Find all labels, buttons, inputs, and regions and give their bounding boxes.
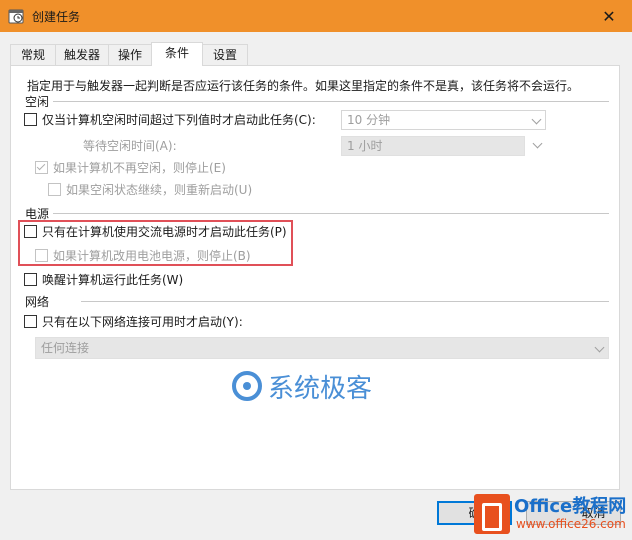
idle-group-label: 空闲	[25, 95, 50, 109]
office-logo-icon	[474, 494, 510, 534]
chevron-down-icon	[594, 342, 605, 353]
network-group-label: 网络	[25, 295, 50, 309]
watermark-logo-icon	[232, 371, 262, 401]
watermark-center: 系统极客	[232, 368, 372, 404]
stop-if-not-idle-label: 如果计算机不再空闲，则停止(E)	[53, 161, 226, 175]
tab-general[interactable]: 常规	[10, 44, 56, 65]
restart-if-idle-checkbox[interactable]	[48, 183, 61, 196]
tab-actions[interactable]: 操作	[108, 44, 152, 65]
start-only-if-idle-label: 仅当计算机空闲时间超过下列值时才启动此任务(C):	[42, 113, 316, 127]
wake-to-run-label: 唤醒计算机运行此任务(W)	[42, 273, 184, 287]
idle-duration-value: 10 分钟	[347, 113, 391, 127]
tab-conditions[interactable]: 条件	[151, 42, 203, 66]
chevron-down-icon	[531, 114, 542, 125]
network-available-label: 只有在以下网络连接可用时才启动(Y):	[42, 315, 243, 329]
network-connection-value: 任何连接	[41, 341, 90, 355]
network-available-checkbox[interactable]	[24, 315, 37, 328]
power-options-highlight	[18, 220, 293, 266]
network-connection-dropdown[interactable]: 任何连接	[35, 337, 609, 359]
close-icon: ✕	[602, 6, 616, 26]
chevron-down-icon	[532, 138, 543, 149]
conditions-panel: 指定用于与触发器一起判断是否应运行该任务的条件。如果这里指定的条件不是真，该任务…	[10, 65, 620, 490]
watermark-center-text: 系统极客	[268, 373, 373, 404]
watermark-site-text: www.office26.com	[516, 517, 626, 531]
idle-group-divider	[53, 101, 609, 102]
close-button[interactable]: ✕	[586, 0, 632, 32]
tab-settings[interactable]: 设置	[202, 44, 248, 65]
idle-duration-dropdown[interactable]: 10 分钟	[341, 110, 546, 130]
stop-if-not-idle-checkbox[interactable]	[35, 161, 48, 174]
wake-to-run-checkbox[interactable]	[24, 273, 37, 286]
watermark-brand-text: Office教程网	[514, 496, 627, 517]
wait-for-idle-label: 等待空闲时间(A):	[83, 139, 177, 153]
power-group-divider	[53, 213, 609, 214]
wait-for-idle-value: 1 小时	[347, 139, 383, 153]
task-scheduler-icon	[8, 9, 24, 24]
title-bar: 创建任务 ✕	[0, 0, 632, 32]
network-group-divider	[81, 301, 609, 302]
wait-for-idle-dropdown[interactable]: 1 小时	[341, 136, 525, 156]
start-only-if-idle-checkbox[interactable]	[24, 113, 37, 126]
watermark-office: Office教程网 www.office26.com	[470, 490, 632, 540]
tab-triggers[interactable]: 触发器	[55, 44, 109, 65]
description-text: 指定用于与触发器一起判断是否应运行该任务的条件。如果这里指定的条件不是真，该任务…	[27, 79, 580, 93]
restart-if-idle-label: 如果空闲状态继续，则重新启动(U)	[66, 183, 253, 197]
window-title: 创建任务	[32, 10, 81, 24]
